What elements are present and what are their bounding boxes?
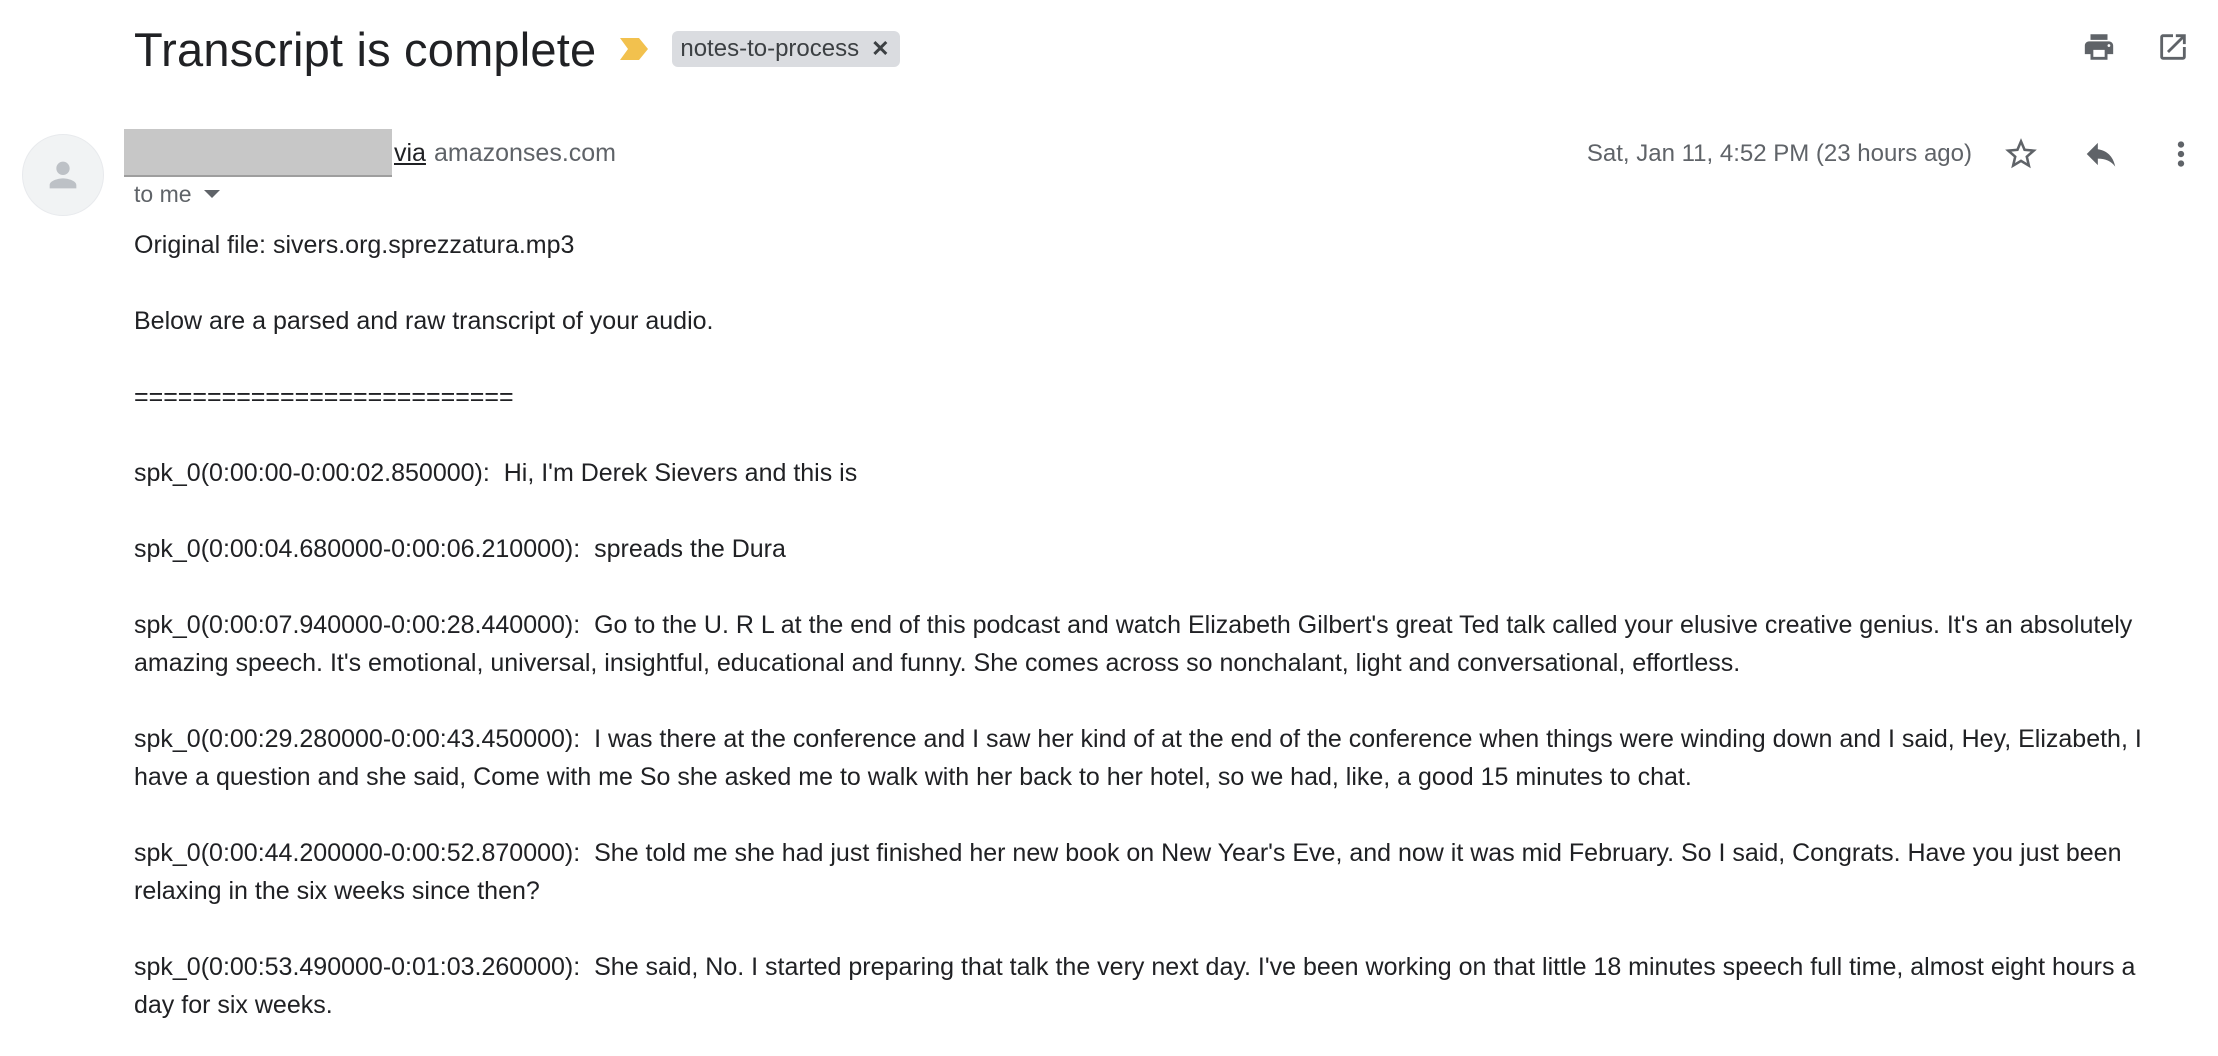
recipient-label: to me <box>134 180 192 207</box>
email-subject: Transcript is complete <box>134 22 597 76</box>
sender-avatar[interactable] <box>22 134 104 216</box>
more-vert-icon[interactable] <box>2162 135 2200 173</box>
remove-label-button[interactable]: ✕ <box>871 36 889 62</box>
transcript-segment: spk_0(0:00:53.490000-0:01:03.260000): Sh… <box>134 948 2154 1024</box>
segment-label: spk_0(0:00:29.280000-0:00:43.450000): <box>134 725 581 753</box>
separator-line: ========================== <box>134 383 514 411</box>
email-view: Transcript is complete notes-to-process … <box>0 0 2218 1056</box>
recipient-details-toggle[interactable]: to me <box>134 178 220 210</box>
label-chip: notes-to-process ✕ <box>672 31 900 67</box>
transcript-segment: spk_0(0:00:00-0:00:02.850000): Hi, I'm D… <box>134 454 2154 492</box>
subject-row: Transcript is complete notes-to-process … <box>134 18 900 80</box>
email-body: Original file: sivers.org.sprezzatura.mp… <box>134 226 2154 1056</box>
intro-line: Below are a parsed and raw transcript of… <box>134 307 714 335</box>
segment-label: spk_0(0:00:00-0:00:02.850000): <box>134 459 490 487</box>
segment-label: spk_0(0:00:44.200000-0:00:52.870000): <box>134 839 581 867</box>
message-meta: Sat, Jan 11, 4:52 PM (23 hours ago) <box>1587 130 2200 178</box>
open-in-new-window-icon[interactable] <box>2154 28 2192 66</box>
sender-domain: amazonses.com <box>433 138 616 167</box>
original-file-line: Original file: sivers.org.sprezzatura.mp… <box>134 231 575 259</box>
sender-row: via amazonses.com <box>124 128 616 178</box>
reply-icon[interactable] <box>2082 135 2120 173</box>
person-icon <box>49 161 77 189</box>
via-link[interactable]: via <box>394 139 426 168</box>
transcript-segment: spk_0(0:00:07.940000-0:00:28.440000): Go… <box>134 606 2154 682</box>
label-chip-text: notes-to-process <box>680 35 860 62</box>
importance-marker-icon[interactable] <box>618 36 650 62</box>
transcript-segment: spk_0(0:00:04.680000-0:00:06.210000): sp… <box>134 530 2154 568</box>
message-date: Sat, Jan 11, 4:52 PM (23 hours ago) <box>1586 140 1972 167</box>
transcript-segment: spk_0(0:00:29.280000-0:00:43.450000): I … <box>134 720 2154 796</box>
transcript-segment: spk_0(0:00:44.200000-0:00:52.870000): Sh… <box>134 834 2154 910</box>
redacted-sender-name <box>124 129 392 177</box>
top-actions <box>2080 28 2192 66</box>
segment-text: Hi, I'm Derek Sievers and this is <box>503 459 858 487</box>
segment-label: spk_0(0:00:07.940000-0:00:28.440000): <box>134 611 581 639</box>
print-icon[interactable] <box>2080 28 2118 66</box>
segment-label: spk_0(0:00:53.490000-0:01:03.260000): <box>134 953 581 981</box>
segment-label: spk_0(0:00:04.680000-0:00:06.210000): <box>134 535 581 563</box>
caret-down-icon <box>203 190 220 198</box>
star-icon[interactable] <box>2002 135 2040 173</box>
segment-text: spreads the Dura <box>594 535 786 563</box>
